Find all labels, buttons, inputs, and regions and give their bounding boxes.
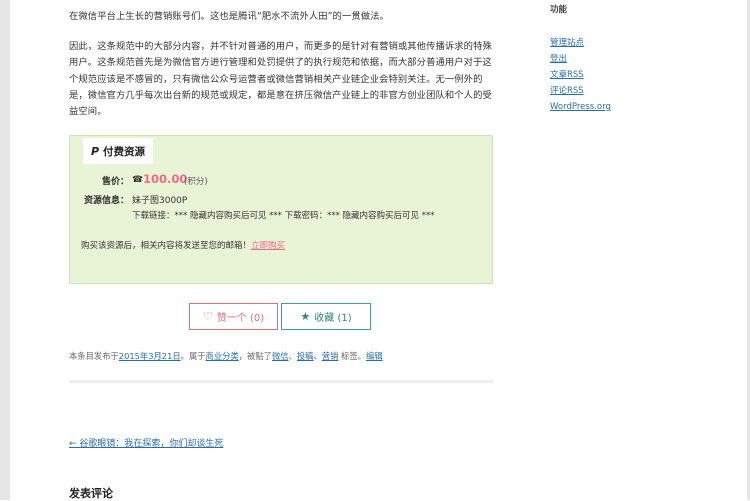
sidebar-link-posts-rss[interactable]: 文章RSS [550, 67, 611, 83]
paid-resource-box: P 付费资源 售价： ☎ 100.00 (积分) 资源信息： 妹子图3000P … [69, 135, 493, 284]
meta-text-3: 标签。 [338, 351, 366, 361]
sidebar-link-wordpress[interactable]: WordPress.org [550, 99, 611, 115]
purchase-notice: 购买该资源后，相关内容将发送至您的邮箱！立即购买 [81, 239, 285, 251]
paid-resource-title-text: 付费资源 [103, 145, 146, 158]
resource-name: 妹子图3000P [132, 196, 188, 206]
previous-post-link[interactable]: ← 谷歌眼镜：我在探索，你们却谈生死 [69, 436, 223, 449]
article-paragraph-2: 因此，这条规范中的大部分内容，并不针对普通的用户，而更多的是针对有营销或其他传播… [69, 41, 492, 118]
article-paragraph-1: 占位 在微信平台上生长的营销账号们。这也是腾讯“肥水不流外人田”的一贯做法。 [69, 0, 493, 26]
comment-form-heading: 发表评论 [69, 487, 113, 500]
sidebar-link-logout[interactable]: 登出 [550, 51, 611, 67]
like-button[interactable]: ♡ 赞一个 (0) [189, 303, 278, 330]
sidebar-heading: 功能 [550, 5, 568, 15]
article-paragraph-1-line: 在微信平台上生长的营销账号们。这也是腾讯“肥水不流外人田”的一贯做法。 [69, 11, 389, 23]
price-unit: (积分) [184, 177, 208, 187]
heart-icon: ♡ [202, 310, 213, 323]
tag-link-yingxiao[interactable]: 营销 [322, 351, 339, 361]
sidebar-link-comments-rss[interactable]: 评论RSS [550, 83, 611, 99]
edit-link[interactable]: 编辑 [366, 351, 383, 361]
price-value: 100.00 [143, 172, 188, 186]
favorite-button[interactable]: ★ 收藏 (1) [281, 303, 371, 330]
price-row: 售价： ☎ 100.00 (积分) [70, 172, 492, 188]
post-meta: 本条目发布于2015年3月21日。属于商业分类，被贴了微信、投稿、营销 标签。编… [69, 350, 383, 362]
meta-prefix: 本条目发布于 [69, 351, 119, 361]
post-date-link[interactable]: 2015年3月21日 [119, 351, 181, 361]
sidebar-links: 管理站点 登出 文章RSS 评论RSS WordPress.org [550, 35, 611, 115]
price-icon: ☎ [132, 175, 144, 185]
resource-info-label: 资源信息： [83, 196, 129, 206]
paid-resource-title: P 付费资源 [83, 138, 153, 164]
tag-link-weixin[interactable]: 微信 [272, 351, 289, 361]
buy-now-link[interactable]: 立即购买 [251, 241, 285, 251]
meta-text-2: ，被贴了 [238, 351, 272, 361]
star-icon: ★ [300, 310, 311, 323]
purchase-notice-text: 购买该资源后，相关内容将发送至您的邮箱！ [81, 241, 252, 251]
article-divider [69, 380, 493, 383]
tag-link-tougao[interactable]: 投稿 [297, 351, 314, 361]
meta-sep-2: 、 [313, 351, 322, 361]
price-label: 售价： [101, 177, 129, 187]
favorite-button-label: 收藏 (1) [314, 313, 352, 324]
sidebar-link-admin[interactable]: 管理站点 [550, 35, 611, 51]
download-info: 下载链接：*** 隐藏内容购买后可见 *** 下载密码：*** 隐藏内容购买后可… [132, 211, 435, 221]
paypal-icon: P [90, 144, 100, 158]
page-left-edge [0, 0, 10, 500]
resource-info-row: 资源信息： 妹子图3000P [70, 193, 492, 207]
category-link[interactable]: 商业分类 [206, 351, 239, 361]
like-button-label: 赞一个 (0) [216, 313, 265, 324]
meta-text-1: 。属于 [180, 351, 206, 361]
meta-sep-1: 、 [288, 351, 297, 361]
